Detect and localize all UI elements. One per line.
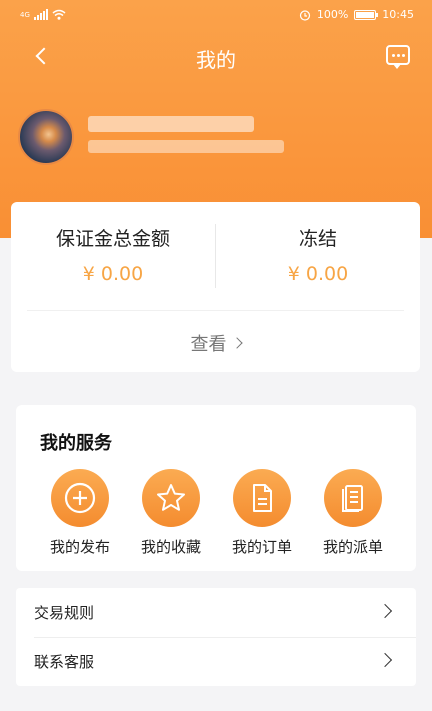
avatar[interactable] [18, 109, 74, 165]
wifi-icon [52, 9, 66, 20]
status-bar: 4G 100% 10:45 [0, 0, 432, 32]
clock: 10:45 [382, 8, 414, 21]
frozen-value: ¥ 0.00 [287, 263, 349, 285]
service-my-favorites[interactable]: 我的收藏 [129, 469, 213, 557]
view-label: 查看 [190, 334, 227, 355]
deposit-value: ¥ 0.00 [82, 263, 144, 285]
list-document-icon [324, 469, 382, 527]
signal-icon [33, 9, 48, 20]
service-my-dispatch[interactable]: 我的派单 [311, 469, 395, 557]
chevron-right-icon [377, 603, 393, 619]
page-title: 我的 [196, 48, 236, 72]
document-icon [233, 469, 291, 527]
plus-circle-icon [51, 469, 109, 527]
chat-bubble-icon[interactable] [386, 45, 410, 69]
balance-card: 保证金总金额 ¥ 0.00 冻结 ¥ 0.00 查看 [11, 202, 420, 372]
service-my-posts[interactable]: 我的发布 [38, 469, 122, 557]
frozen-total: 冻结 ¥ 0.00 [216, 224, 420, 285]
chevron-right-icon [377, 652, 393, 668]
menu-item-customer-service[interactable]: 联系客服 [16, 637, 416, 686]
battery-percent: 100% [316, 8, 349, 21]
title-bar: 我的 [0, 40, 432, 74]
service-label: 我的收藏 [140, 538, 201, 556]
chevron-right-icon [230, 337, 243, 349]
battery-icon [354, 9, 379, 20]
service-label: 我的派单 [322, 538, 383, 556]
menu-item-trading-rules[interactable]: 交易规则 [16, 588, 416, 637]
menu-card: 交易规则 联系客服 [16, 588, 416, 686]
services-card: 我的服务 我的发布 我的收藏 我的订单 我的派单 [16, 405, 416, 571]
service-my-orders[interactable]: 我的订单 [220, 469, 304, 557]
alarm-icon [299, 9, 310, 21]
user-name-redacted [88, 116, 254, 132]
status-left: 4G [20, 9, 66, 20]
status-right: 100% 10:45 [299, 8, 414, 21]
network-type: 4G [20, 10, 30, 19]
menu-item-label: 交易规则 [34, 604, 95, 622]
service-label: 我的发布 [49, 538, 110, 556]
deposit-total: 保证金总金额 ¥ 0.00 [11, 224, 215, 285]
star-icon [142, 469, 200, 527]
services-title: 我的服务 [40, 433, 112, 454]
user-info [88, 116, 298, 153]
frozen-label: 冻结 [298, 228, 337, 250]
menu-item-label: 联系客服 [34, 653, 95, 671]
view-button[interactable]: 查看 [11, 330, 420, 356]
row-divider [27, 310, 404, 311]
service-label: 我的订单 [231, 538, 292, 556]
user-subtitle-redacted [88, 140, 284, 153]
deposit-label: 保证金总金额 [55, 228, 170, 250]
